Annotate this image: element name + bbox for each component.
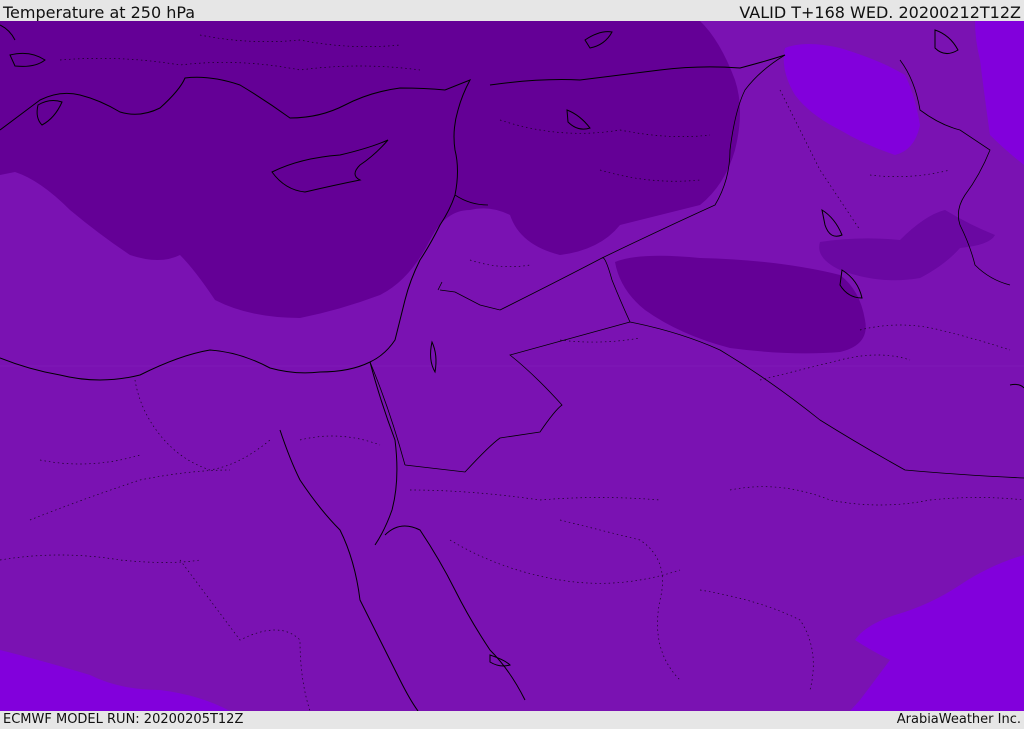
map-title: Temperature at 250 hPa — [3, 3, 196, 22]
credit-label: ArabiaWeather Inc. — [896, 712, 1021, 727]
temperature-map — [0, 21, 1024, 711]
footer-bar: ECMWF MODEL RUN: 20200205T12Z ArabiaWeat… — [0, 711, 1024, 729]
header-bar: Temperature at 250 hPa VALID T+168 WED. … — [0, 0, 1024, 22]
model-run-label: ECMWF MODEL RUN: 20200205T12Z — [3, 712, 244, 727]
valid-time: VALID T+168 WED. 20200212T12Z — [739, 3, 1021, 22]
